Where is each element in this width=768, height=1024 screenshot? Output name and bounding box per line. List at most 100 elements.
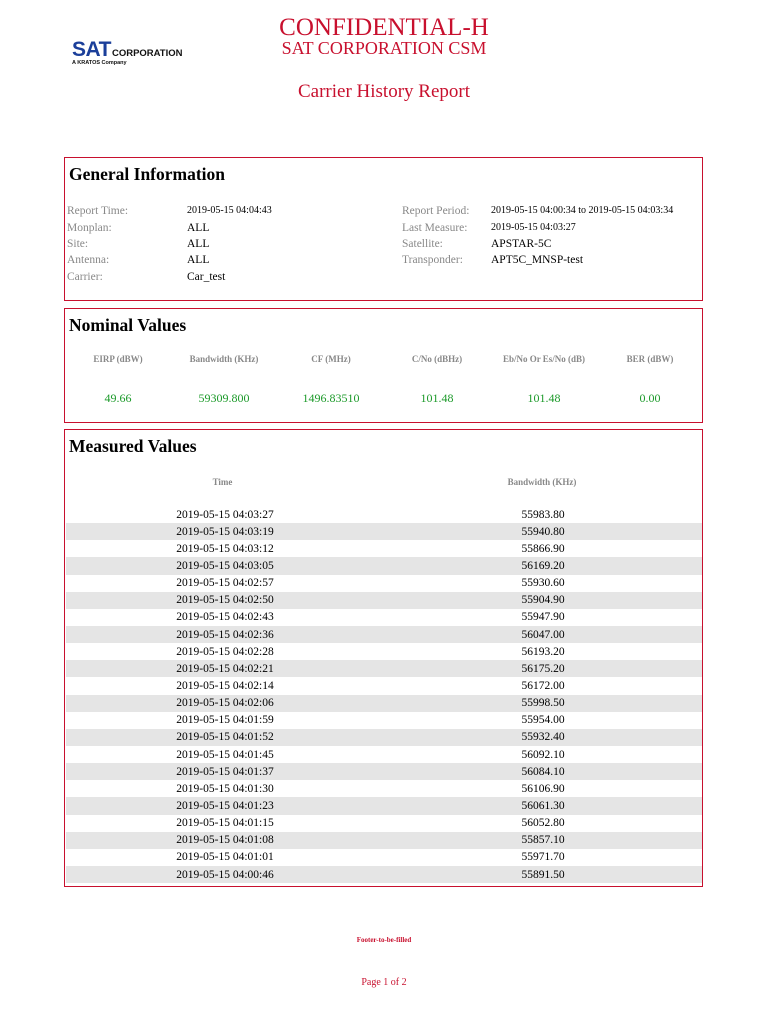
measured-bandwidth-cell: 55930.60 — [521, 577, 565, 590]
satellite-value: APSTAR-5C — [491, 238, 552, 250]
nominal-value-ebno: 101.48 — [527, 391, 561, 405]
general-information-title: General Information — [69, 164, 226, 184]
measured-time-cell: 2019-05-15 04:02:21 — [176, 662, 274, 675]
table-row: 2019-05-15 04:02:36 56047.00 — [66, 625, 702, 644]
satellite-label: Satellite: — [402, 238, 443, 250]
report-time-label: Report Time: — [67, 205, 129, 217]
page-number: Page 1 of 2 — [361, 977, 407, 988]
general-information-panel: General Information Report Time: 2019-05… — [64, 157, 703, 301]
measured-values-title: Measured Values — [69, 436, 197, 456]
transponder-value: APT5C_MNSP-test — [491, 254, 584, 266]
measured-bandwidth-cell: 56172.00 — [521, 679, 565, 692]
nominal-header-eirp: EIRP (dBW) — [93, 354, 143, 364]
measured-bandwidth-cell: 56052.80 — [521, 817, 565, 830]
measured-bandwidth-cell: 55947.90 — [521, 611, 565, 624]
site-label: Site: — [67, 238, 89, 250]
measured-time-cell: 2019-05-15 04:02:14 — [176, 679, 274, 692]
table-row: 2019-05-15 04:01:37 56084.10 — [66, 763, 702, 781]
table-row: 2019-05-15 04:02:14 56172.00 — [66, 677, 702, 694]
measured-bandwidth-cell: 55983.80 — [521, 508, 565, 521]
organization-heading: SAT CORPORATION CSM — [281, 38, 487, 58]
report-time-value: 2019-05-15 04:04:43 — [187, 205, 272, 216]
measured-bandwidth-cell: 55932.40 — [521, 731, 565, 744]
table-row: 2019-05-15 04:02:57 55930.60 — [66, 575, 702, 592]
nominal-header-ber: BER (dBW) — [626, 354, 674, 364]
logo-tagline: A KRATOS Company — [72, 60, 127, 66]
table-row: 2019-05-15 04:01:01 55971.70 — [66, 849, 702, 866]
measured-bandwidth-cell: 55891.50 — [521, 868, 565, 881]
measured-bandwidth-cell: 55866.90 — [521, 542, 565, 555]
table-row: 2019-05-15 04:01:59 55954.00 — [66, 712, 702, 729]
monplan-value: ALL — [187, 222, 210, 234]
measured-time-cell: 2019-05-15 04:02:43 — [176, 611, 274, 624]
measured-time-cell: 2019-05-15 04:01:08 — [176, 834, 274, 847]
last-measure-value: 2019-05-15 04:03:27 — [491, 222, 576, 233]
measured-bandwidth-cell: 56092.10 — [521, 748, 565, 761]
measured-time-cell: 2019-05-15 04:02:50 — [176, 594, 274, 607]
monplan-label: Monplan: — [67, 222, 112, 234]
table-row: 2019-05-15 04:03:12 55866.90 — [66, 540, 702, 557]
last-measure-label: Last Measure: — [402, 222, 468, 234]
measured-bandwidth-cell: 55998.50 — [521, 697, 565, 710]
table-row: 2019-05-15 04:02:28 56193.20 — [66, 643, 702, 660]
table-row: 2019-05-15 04:01:15 56052.80 — [66, 815, 702, 832]
table-row: 2019-05-15 04:03:27 55983.80 — [66, 506, 702, 523]
nominal-header-ebno: Eb/No Or Es/No (dB) — [502, 354, 586, 364]
measured-bandwidth-cell: 56193.20 — [521, 645, 565, 658]
table-row: 2019-05-15 04:03:05 56169.20 — [66, 557, 702, 575]
measured-time-cell: 2019-05-15 04:03:19 — [176, 525, 274, 538]
report-period-value: 2019-05-15 04:00:34 to 2019-05-15 04:03:… — [491, 205, 674, 216]
measured-time-cell: 2019-05-15 04:02:28 — [176, 645, 274, 658]
table-row: 2019-05-15 04:02:06 55998.50 — [66, 694, 702, 712]
measured-time-cell: 2019-05-15 04:01:30 — [176, 782, 274, 795]
table-row: 2019-05-15 04:00:46 55891.50 — [66, 865, 702, 884]
measured-time-cell: 2019-05-15 04:01:45 — [176, 748, 274, 761]
measured-time-cell: 2019-05-15 04:00:46 — [176, 868, 274, 881]
table-row: 2019-05-15 04:02:21 56175.20 — [66, 660, 702, 678]
measured-bandwidth-cell: 55940.80 — [521, 525, 565, 538]
measured-header-time: Time — [212, 477, 233, 487]
measured-values-table: 2019-05-15 04:03:27 55983.80 2019-05-15 04… — [66, 506, 702, 884]
measured-values-panel: Measured Values Time Bandwidth (KHz) 201… — [64, 429, 703, 887]
site-value: ALL — [187, 238, 210, 250]
measured-time-cell: 2019-05-15 04:03:12 — [176, 542, 274, 555]
measured-bandwidth-cell: 56175.20 — [521, 662, 565, 675]
measured-bandwidth-cell: 56061.30 — [521, 799, 565, 812]
measured-time-cell: 2019-05-15 04:03:27 — [176, 508, 274, 521]
report-title: Carrier History Report — [297, 81, 470, 102]
antenna-value: ALL — [187, 254, 210, 266]
measured-time-cell: 2019-05-15 04:01:52 — [176, 731, 274, 744]
measured-time-cell: 2019-05-15 04:01:23 — [176, 799, 274, 812]
table-row: 2019-05-15 04:01:30 56106.90 — [66, 780, 702, 797]
measured-time-cell: 2019-05-15 04:02:06 — [176, 697, 274, 710]
measured-header-bandwidth: Bandwidth (KHz) — [507, 477, 577, 487]
measured-bandwidth-cell: 55971.70 — [521, 851, 565, 864]
measured-bandwidth-cell: 55904.90 — [521, 594, 565, 607]
measured-time-cell: 2019-05-15 04:01:37 — [176, 765, 274, 778]
nominal-value-cf: 1496.83510 — [302, 391, 360, 405]
nominal-value-eirp: 49.66 — [104, 391, 132, 405]
carrier-label: Carrier: — [67, 271, 103, 283]
measured-time-cell: 2019-05-15 04:03:05 — [176, 559, 274, 572]
antenna-label: Antenna: — [67, 254, 110, 266]
nominal-header-bandwidth: Bandwidth (KHz) — [189, 354, 259, 364]
measured-time-cell: 2019-05-15 04:01:15 — [176, 817, 274, 830]
measured-bandwidth-cell: 55857.10 — [521, 834, 565, 847]
nominal-header-cf: CF (MHz) — [311, 354, 351, 364]
measured-bandwidth-cell: 56106.90 — [521, 782, 565, 795]
table-row: 2019-05-15 04:03:19 55940.80 — [66, 523, 702, 541]
nominal-values-panel: Nominal Values EIRP (dBW) Bandwidth (KHz… — [64, 308, 703, 423]
measured-bandwidth-cell: 55954.00 — [521, 714, 565, 727]
measured-time-cell: 2019-05-15 04:02:36 — [176, 628, 274, 641]
measured-bandwidth-cell: 56047.00 — [521, 628, 565, 641]
table-row: 2019-05-15 04:01:45 56092.10 — [66, 746, 702, 763]
footer-note: Footer-to-be-filled — [356, 936, 412, 944]
nominal-value-cno: 101.48 — [420, 391, 454, 405]
table-row: 2019-05-15 04:01:08 55857.10 — [66, 831, 702, 849]
measured-time-cell: 2019-05-15 04:02:57 — [176, 577, 274, 590]
table-row: 2019-05-15 04:01:52 55932.40 — [66, 728, 702, 746]
measured-bandwidth-cell: 56084.10 — [521, 765, 565, 778]
nominal-values-title: Nominal Values — [69, 315, 187, 335]
measured-time-cell: 2019-05-15 04:01:01 — [176, 851, 274, 864]
carrier-value: Car_test — [187, 271, 226, 283]
